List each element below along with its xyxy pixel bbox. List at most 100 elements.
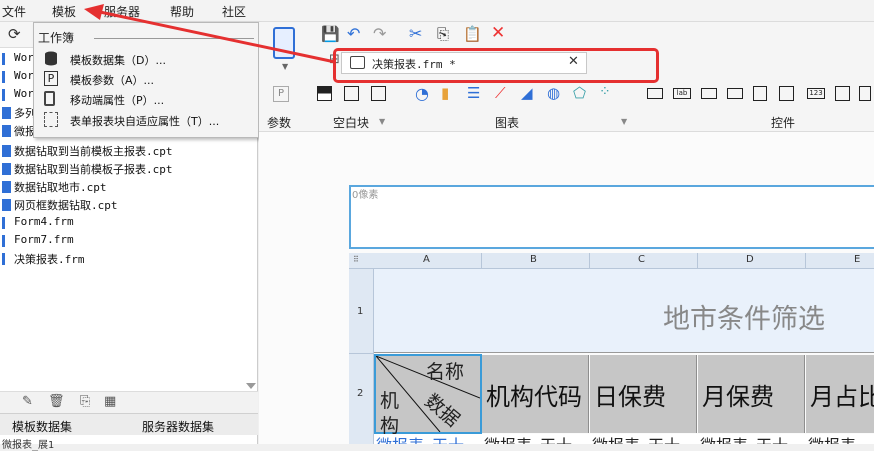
pie-chart-icon[interactable]: ◔	[415, 84, 429, 103]
group-label-chart: 图表	[495, 116, 520, 130]
column-divider	[805, 253, 806, 269]
row-2[interactable]: 2	[357, 388, 363, 399]
dataset-tabs: 模板数据集 服务器数据集	[0, 413, 258, 435]
tab-highlight-box	[333, 48, 659, 83]
cut-icon[interactable]: ✂	[409, 24, 422, 43]
tree-widget-icon[interactable]	[859, 86, 871, 101]
dataset-toolbar: ✎ 🗑 ⎘ ▦	[0, 391, 258, 413]
menu-divider	[94, 38, 254, 39]
dataset-icon[interactable]: ▦	[104, 394, 116, 409]
scroll-down-icon[interactable]	[246, 383, 256, 389]
preview-icon[interactable]: ⎘	[80, 394, 90, 409]
frm-file-icon	[2, 217, 11, 229]
frm-file-icon	[2, 53, 11, 65]
adaptive-icon	[44, 112, 58, 127]
undo-icon[interactable]: ↶	[347, 24, 360, 43]
cpt-file-icon	[2, 181, 11, 193]
column-b[interactable]: B	[530, 254, 537, 265]
split-block-icon[interactable]	[344, 86, 359, 101]
edit-icon[interactable]: ✎	[22, 394, 33, 409]
parameter-icon: P	[44, 71, 58, 86]
text-widget-icon[interactable]: lab	[673, 88, 691, 99]
frm-file-icon	[2, 235, 11, 247]
chevron-down-icon[interactable]: ▼	[282, 62, 288, 71]
column-divider	[697, 253, 698, 269]
textfield-widget-icon[interactable]	[701, 88, 717, 99]
header-cell-month-ratio[interactable]: 月占比	[806, 355, 874, 433]
group-label-widget: 控件	[771, 116, 796, 130]
gauge-chart-icon[interactable]: ◍	[547, 84, 560, 102]
area-chart-icon[interactable]: ◢	[521, 84, 533, 102]
scatter-chart-icon[interactable]: ⁘	[599, 84, 611, 100]
frm-file-icon	[2, 89, 11, 101]
parameter-icon[interactable]: P	[273, 86, 289, 102]
cpt-file-icon	[2, 125, 11, 137]
data-row[interactable]: 微报表_天十 微报表_天十 微报表_天十 微报表_天十 微报表_	[374, 434, 874, 444]
menu-community[interactable]: 社区	[222, 3, 246, 20]
list-widget-icon[interactable]	[835, 86, 850, 101]
number-widget-icon[interactable]: 123	[807, 88, 825, 99]
group-label-param: 参数	[267, 116, 292, 130]
header-cell-month-premium[interactable]: 月保费	[698, 355, 805, 433]
parameter-pane[interactable]: 0像素	[349, 185, 874, 249]
row-header: 1 2	[349, 269, 374, 444]
diagonal-header-cell[interactable]: 名称 数据 机 构	[374, 354, 482, 437]
report-title: 地市条件筛选	[663, 304, 825, 335]
frm-file-icon	[2, 71, 11, 83]
select-all-icon[interactable]: ⠿	[353, 255, 359, 264]
copy-icon[interactable]: ⎘	[437, 25, 449, 43]
cpt-file-icon	[2, 163, 11, 175]
save-icon[interactable]: 💾	[321, 25, 340, 43]
header-cell-org-code[interactable]: 机构代码	[482, 355, 589, 433]
column-e[interactable]: E	[854, 254, 860, 265]
column-d[interactable]: D	[746, 254, 754, 265]
tab-template-dataset[interactable]: 模板数据集	[12, 418, 72, 435]
menu-template[interactable]: 模板	[52, 3, 76, 20]
cpt-file-icon	[2, 107, 11, 119]
chevron-down-icon[interactable]: ▼	[621, 117, 627, 126]
menu-item-mobile-props[interactable]: 移动端属性（P）...	[34, 89, 258, 109]
template-menu: 工作簿 模板数据集（D）... P 模板参数（A）... 移动端属性（P）...…	[33, 22, 259, 138]
delete-icon[interactable]: ✕	[491, 23, 505, 43]
database-icon	[45, 51, 57, 66]
radar-chart-icon[interactable]: ⬠	[573, 84, 586, 102]
menu-help[interactable]: 帮助	[170, 3, 194, 20]
column-c[interactable]: C	[638, 254, 645, 265]
pixel-label: 0像素	[352, 190, 379, 201]
select-tool-icon[interactable]	[273, 27, 295, 59]
menubar: 文件 模板 服务器 帮助 社区	[0, 0, 874, 22]
grid-block-icon[interactable]	[371, 86, 386, 101]
frm-file-icon	[2, 253, 11, 265]
group-label-blank: 空白块	[333, 116, 370, 130]
cpt-file-icon	[2, 199, 11, 211]
tab-server-dataset[interactable]: 服务器数据集	[142, 418, 214, 435]
row-1[interactable]: 1	[357, 306, 363, 317]
paste-icon[interactable]: 📋	[463, 25, 482, 43]
blank-block-icon[interactable]	[317, 86, 332, 101]
hbar-chart-icon[interactable]: ☰	[467, 84, 480, 102]
datepicker-widget-icon[interactable]	[753, 86, 767, 101]
menu-item-template-params[interactable]: P 模板参数（A）...	[34, 69, 258, 89]
line-chart-icon[interactable]: ⟋	[495, 84, 506, 102]
calendar-widget-icon[interactable]	[779, 86, 794, 101]
menu-file[interactable]: 文件	[2, 3, 26, 20]
label-widget-icon[interactable]	[647, 88, 663, 99]
chevron-down-icon[interactable]: ▼	[379, 117, 385, 126]
refresh-icon[interactable]: ⟳	[8, 25, 21, 43]
column-header: ⠿ A B C D E	[349, 253, 874, 269]
menu-section-workbook: 工作簿	[38, 31, 75, 45]
delete-icon[interactable]: 🗑	[48, 394, 65, 409]
title-cell[interactable]: 地市条件筛选	[374, 269, 874, 353]
header-cell-day-premium[interactable]: 日保费	[590, 355, 697, 433]
menu-item-template-dataset[interactable]: 模板数据集（D）...	[34, 49, 258, 69]
bar-chart-icon[interactable]: ▮	[441, 84, 449, 102]
combobox-widget-icon[interactable]	[727, 88, 743, 99]
column-divider	[481, 253, 482, 269]
menu-item-adaptive-props[interactable]: 表单报表块自适应属性（T）...	[34, 110, 258, 130]
diag-label-org-1: 机	[380, 390, 400, 412]
column-divider	[589, 253, 590, 269]
redo-icon[interactable]: ↷	[373, 24, 386, 43]
menu-server[interactable]: 服务器	[104, 3, 140, 20]
row-divider	[349, 353, 374, 354]
column-a[interactable]: A	[423, 254, 430, 265]
